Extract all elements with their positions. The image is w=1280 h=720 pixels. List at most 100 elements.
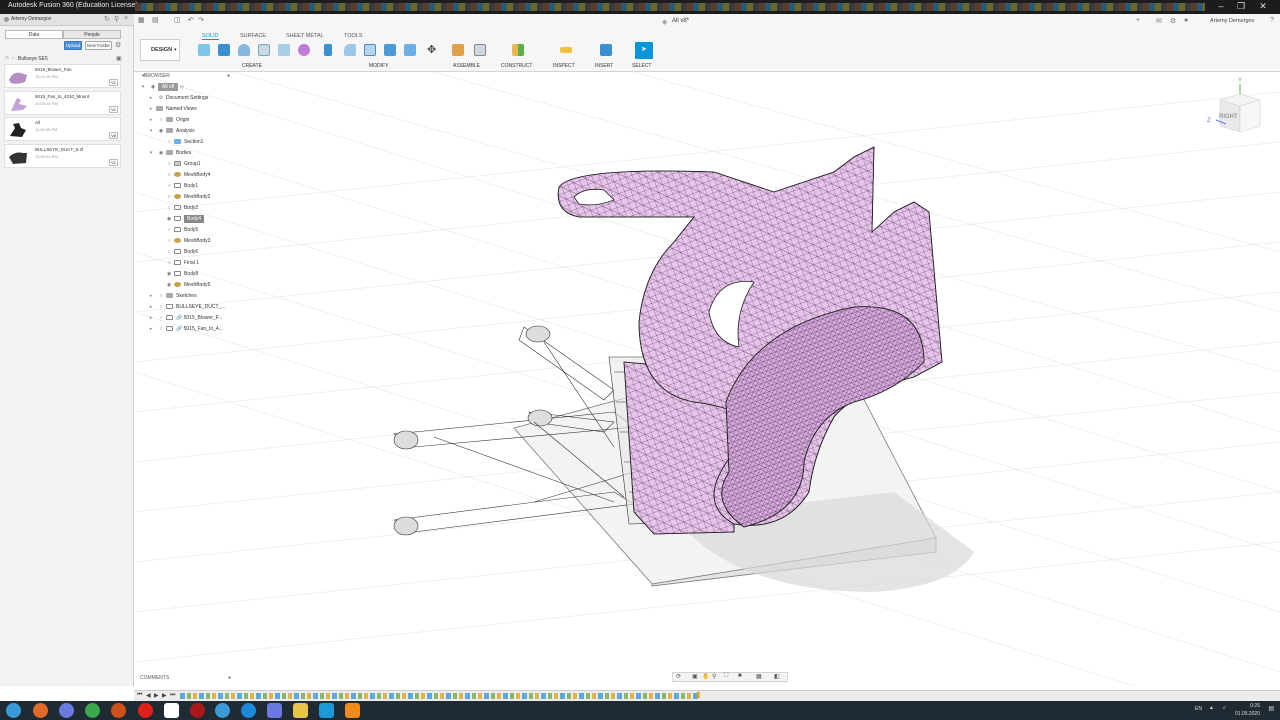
- yandex-icon[interactable]: [164, 703, 179, 718]
- upload-button[interactable]: Upload: [64, 41, 82, 50]
- save-icon[interactable]: ◫: [174, 16, 181, 24]
- tree-item-named-views[interactable]: ▸ Named Views: [146, 104, 197, 115]
- workspace-switcher[interactable]: DESIGN ▾: [140, 39, 180, 61]
- version-badge[interactable]: V1: [109, 106, 118, 113]
- insert-menu[interactable]: INSERT: [595, 63, 613, 69]
- tree-item-component[interactable]: ▸ ○ BULLSEYE_DUCT_...: [146, 302, 226, 313]
- file-item[interactable]: All 11:20:05 PM V8: [4, 117, 121, 141]
- telegram-icon[interactable]: [215, 703, 230, 718]
- combine-icon[interactable]: [384, 44, 396, 56]
- tree-item-body[interactable]: ○ Final 1: [164, 258, 199, 269]
- job-status-icon[interactable]: ●: [1184, 17, 1188, 24]
- tree-item-analysis[interactable]: ▾ ◉ Analysis: [146, 126, 195, 137]
- tree-item-body[interactable]: ◉ MeshBody5: [164, 280, 211, 291]
- comments-pin-icon[interactable]: ●: [228, 675, 231, 681]
- restore-icon[interactable]: ❐: [1232, 1, 1250, 12]
- viewcube-face-label[interactable]: RIGHT: [1219, 114, 1238, 120]
- visibility-icon[interactable]: ◉: [156, 126, 166, 137]
- chevron-down-icon[interactable]: ▾: [146, 148, 156, 159]
- explorer-icon[interactable]: [293, 703, 308, 718]
- pan-icon[interactable]: ✋: [702, 673, 709, 680]
- fillet-icon[interactable]: [344, 44, 356, 56]
- tab-data[interactable]: Data: [5, 30, 63, 39]
- timeline-start-icon[interactable]: ⏮: [137, 692, 142, 699]
- viewcube[interactable]: RIGHT Y Z: [1206, 78, 1266, 140]
- tree-item-section1[interactable]: ○ Section1: [164, 137, 203, 148]
- notifications-icon[interactable]: ✉: [1156, 17, 1162, 25]
- firefox-dev-icon[interactable]: [111, 703, 126, 718]
- timeline-marker-icon[interactable]: ▮: [696, 690, 700, 699]
- opera-gx-icon[interactable]: [190, 703, 205, 718]
- new-tab-icon[interactable]: +: [1136, 17, 1140, 24]
- version-badge[interactable]: V1: [109, 159, 118, 166]
- visibility-icon[interactable]: ◉: [164, 269, 174, 280]
- orbit-icon[interactable]: ⟳: [676, 673, 681, 680]
- canvas-viewport[interactable]: [134, 72, 1280, 686]
- revolve-icon[interactable]: [238, 44, 250, 56]
- tree-item-sketches[interactable]: ▸ ○ Sketches: [146, 291, 197, 302]
- minimize-icon[interactable]: –: [1212, 1, 1230, 11]
- select-tool-button[interactable]: ➤: [635, 42, 653, 59]
- move-icon[interactable]: ✥: [427, 43, 436, 56]
- split-body-icon[interactable]: [404, 44, 416, 56]
- extensions-icon[interactable]: ⚙: [1170, 17, 1176, 25]
- fit-icon[interactable]: ⛶: [724, 673, 728, 680]
- timeline[interactable]: ⏮ ◀ ▶ ▶ ⏭ ▮: [134, 690, 1280, 701]
- visibility-icon[interactable]: ○: [156, 313, 166, 324]
- visibility-icon[interactable]: ○: [164, 192, 174, 203]
- chevron-down-icon[interactable]: ▾: [146, 126, 156, 137]
- loft-icon[interactable]: [278, 44, 290, 56]
- visibility-icon[interactable]: ○: [164, 236, 174, 247]
- volume-icon[interactable]: ♫: [1222, 705, 1226, 711]
- close-panel-icon[interactable]: ×: [124, 15, 128, 22]
- tab-surface[interactable]: SURFACE: [240, 33, 266, 39]
- insert-image-icon[interactable]: [600, 44, 612, 56]
- discord-icon[interactable]: [267, 703, 282, 718]
- file-menu-icon[interactable]: ▤: [152, 16, 159, 24]
- redo-icon[interactable]: ↷: [198, 16, 204, 24]
- measure-icon[interactable]: [560, 47, 572, 53]
- browser-icon[interactable]: [59, 703, 74, 718]
- data-panel-user[interactable]: Artemy Demurgov: [11, 16, 51, 22]
- search-icon[interactable]: ⚲: [114, 15, 119, 23]
- as-built-joint-icon[interactable]: [474, 44, 486, 56]
- input-language[interactable]: EN: [1195, 706, 1202, 712]
- visibility-icon[interactable]: ○: [156, 115, 166, 126]
- visibility-icon[interactable]: ○: [164, 203, 174, 214]
- timeline-features-strip[interactable]: [180, 693, 698, 699]
- help-icon[interactable]: ?: [1270, 17, 1274, 24]
- ccleaner-icon[interactable]: [319, 703, 334, 718]
- tree-item-bodies[interactable]: ▾ ◉ Bodies: [146, 148, 192, 159]
- display-settings-icon[interactable]: ■: [738, 673, 742, 679]
- document-tab-title[interactable]: All v8*: [672, 18, 689, 24]
- tree-item-body[interactable]: ○ MeshBody3: [164, 236, 210, 247]
- chevron-down-icon[interactable]: ▾: [138, 82, 148, 93]
- visibility-icon[interactable]: ◉: [156, 148, 166, 159]
- visibility-icon[interactable]: ◉: [164, 280, 174, 291]
- model-canvas[interactable]: [134, 72, 1280, 686]
- tree-item-component[interactable]: ▸ ○ 🔗 5015_Blower_F...: [146, 313, 223, 324]
- inspect-menu[interactable]: INSPECT: [553, 63, 575, 69]
- tree-item-document-settings[interactable]: ▸ ⚙ Document Settings: [146, 93, 209, 104]
- network-icon[interactable]: ▲: [1209, 705, 1214, 711]
- tab-sheet-metal[interactable]: SHEET METAL: [286, 33, 324, 39]
- modify-menu[interactable]: MODIFY: [369, 63, 388, 69]
- file-item[interactable]: 5015_Fan_to_4010_Mount 10:00:28 PM V1: [4, 91, 121, 115]
- new-component-icon[interactable]: [198, 44, 210, 56]
- browser-pin-icon[interactable]: ●: [227, 73, 230, 79]
- timeline-play-icon[interactable]: ▶: [154, 692, 159, 699]
- notification-center-icon[interactable]: ▤: [1268, 705, 1274, 712]
- joint-icon[interactable]: [452, 44, 464, 56]
- timeline-end-icon[interactable]: ⏭: [170, 692, 175, 699]
- fusion360-icon[interactable]: [345, 703, 360, 718]
- tree-item-body[interactable]: ○ MeshBody4: [164, 170, 210, 181]
- clock-date[interactable]: 01.05.2020: [1235, 711, 1260, 717]
- chrome-icon[interactable]: [85, 703, 100, 718]
- visibility-icon[interactable]: ○: [164, 225, 174, 236]
- project-breadcrumb[interactable]: Bullseye SE5: [18, 56, 48, 62]
- firefox-icon[interactable]: [33, 703, 48, 718]
- file-item[interactable]: 5015_Blower_Fan 10:24:16 PM V1: [4, 64, 121, 88]
- look-at-icon[interactable]: ▣: [692, 673, 698, 680]
- tree-item-body[interactable]: ○ MeshBody2: [164, 192, 210, 203]
- account-name[interactable]: Artemy Demurgov: [1210, 18, 1254, 24]
